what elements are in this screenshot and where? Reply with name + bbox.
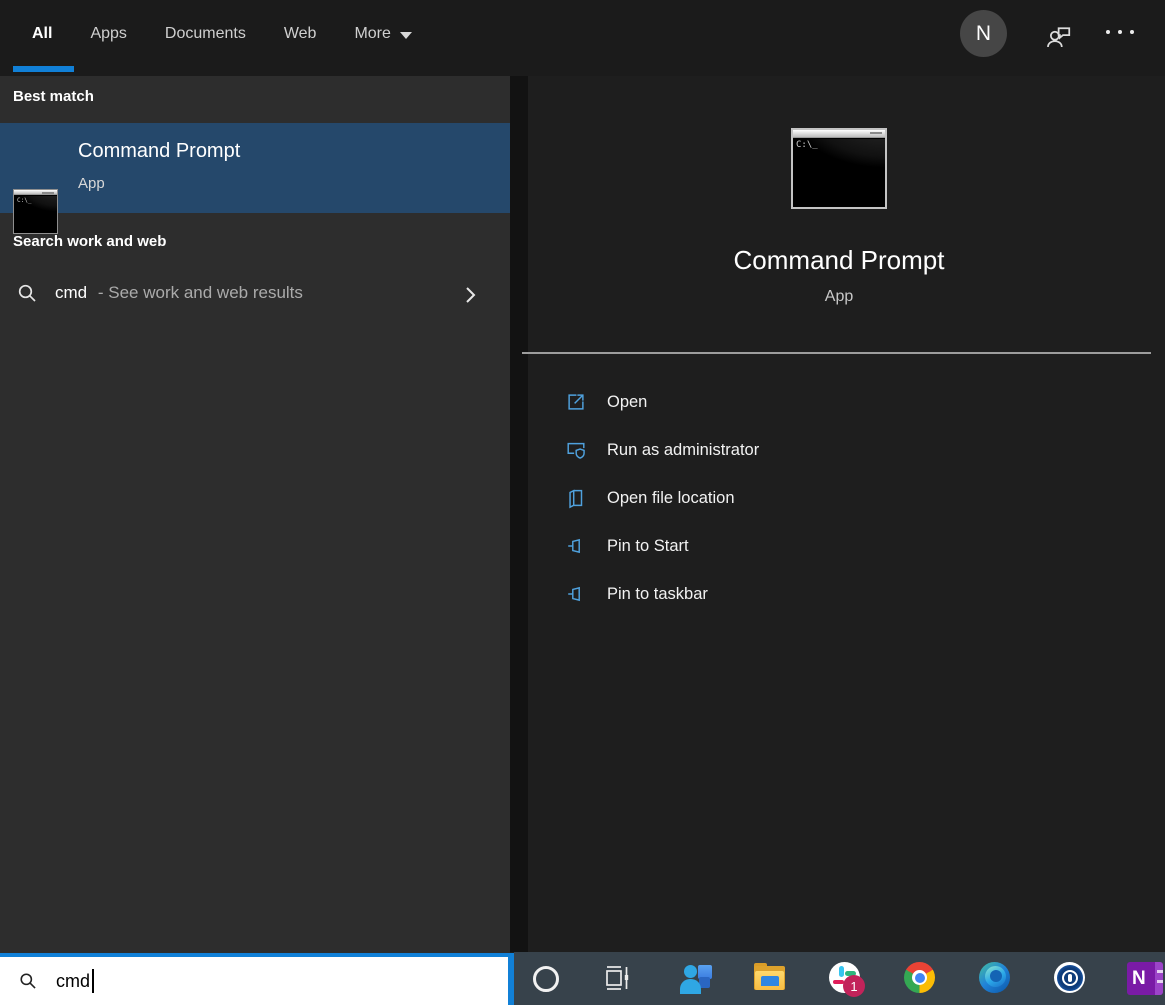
search-web-header: Search work and web [13,233,166,250]
tab-more[interactable]: More [354,25,411,43]
onenote-icon[interactable]: N [1127,962,1165,994]
keyhole-slot [1068,974,1072,982]
chevron-down-icon [400,32,412,39]
chrome-center [915,973,925,983]
tab-apps[interactable]: Apps [90,25,126,43]
ellipsis-dot [1130,30,1134,34]
tab-more-label: More [354,25,390,43]
microsoft-edge-icon[interactable] [979,962,1011,994]
cortana-icon[interactable] [533,966,559,992]
action-open-label: Open [607,393,647,412]
tab-web-label: Web [284,25,317,43]
search-icon [16,282,40,306]
preview-subtitle: App [528,288,1150,306]
teams-person-body [680,979,701,994]
search-input[interactable]: cmd [0,953,514,1005]
active-tab-indicator [13,66,74,72]
best-match-header: Best match [13,88,94,105]
tab-documents-label: Documents [165,25,246,43]
panel-divider-strip [510,76,528,952]
ellipsis-dot [1118,30,1122,34]
action-open-file-location[interactable]: Open file location [565,474,759,522]
folder-bar [761,976,779,986]
slack-icon[interactable]: 1 [829,962,861,994]
onenote-strip [1155,962,1163,995]
slack-glyph [839,966,844,977]
suggestion-query: cmd [55,283,87,302]
action-pin-to-start[interactable]: Pin to Start [565,522,759,570]
action-pin-taskbar-label: Pin to taskbar [607,585,708,604]
onenote-notch [1157,970,1163,973]
open-icon [565,391,587,413]
search-input-value: cmd [56,971,90,992]
edge-core [990,970,1002,982]
tab-documents[interactable]: Documents [165,25,246,43]
user-avatar[interactable]: N [960,10,1007,57]
action-pin-start-label: Pin to Start [607,537,689,556]
ellipsis-dot [1106,30,1110,34]
action-run-admin-label: Run as administrator [607,441,759,460]
notification-badge: 1 [843,975,865,997]
cmd-window-body: C:\_ [14,196,57,233]
preview-title: Command Prompt [528,245,1150,276]
action-open-location-label: Open file location [607,489,735,508]
search-icon [18,971,39,992]
taskbar: 1 N [514,952,1165,1005]
file-explorer-icon[interactable] [754,962,786,994]
command-prompt-icon: C:\_ [13,189,58,234]
ellipsis-icon[interactable] [1106,30,1134,34]
results-panel: Best match C:\_ Command Prompt App Searc… [0,76,510,953]
action-list: Open Run as administrator Open file loca… [565,378,759,618]
action-pin-to-taskbar[interactable]: Pin to taskbar [565,570,759,618]
tab-all-label: All [32,25,52,43]
pin-icon [565,583,587,605]
tab-apps-label: Apps [90,25,126,43]
google-chrome-icon[interactable] [904,962,936,994]
tab-all[interactable]: All [32,25,52,43]
cmd-window-titlebar [793,130,885,138]
suggestion-rest: - See work and web results [98,283,303,302]
suggestion-text: cmd - See work and web results [55,283,303,303]
teams-person-head [684,965,697,978]
result-subtitle: App [78,175,105,192]
onepassword-icon[interactable] [1054,962,1086,994]
microsoft-teams-icon[interactable] [680,962,712,994]
feedback-icon[interactable] [1043,22,1073,52]
result-title: Command Prompt [78,140,240,163]
chevron-right-icon[interactable] [458,283,482,307]
onenote-notch [1157,980,1163,983]
cmd-window-titlebar [14,190,57,195]
preview-divider [522,352,1151,354]
shield-icon [565,439,587,461]
folder-location-icon [565,487,587,509]
task-view-icon[interactable] [602,962,634,994]
avatar-letter: N [976,22,991,46]
best-match-result-command-prompt[interactable]: C:\_ Command Prompt App [0,123,510,213]
cmd-prompt-text: C:\_ [796,140,818,150]
cmd-window-body: C:\_ [793,139,885,207]
pin-icon [565,535,587,557]
web-suggestion-row[interactable]: cmd - See work and web results [0,269,510,321]
text-caret [92,969,94,993]
action-run-as-administrator[interactable]: Run as administrator [565,426,759,474]
onenote-letter: N [1132,968,1146,990]
preview-panel-inner: C:\_ Command Prompt App [528,128,1150,306]
tab-web[interactable]: Web [284,25,317,43]
command-prompt-icon-large: C:\_ [791,128,887,209]
action-open[interactable]: Open [565,378,759,426]
cmd-prompt-text: C:\_ [17,197,31,204]
